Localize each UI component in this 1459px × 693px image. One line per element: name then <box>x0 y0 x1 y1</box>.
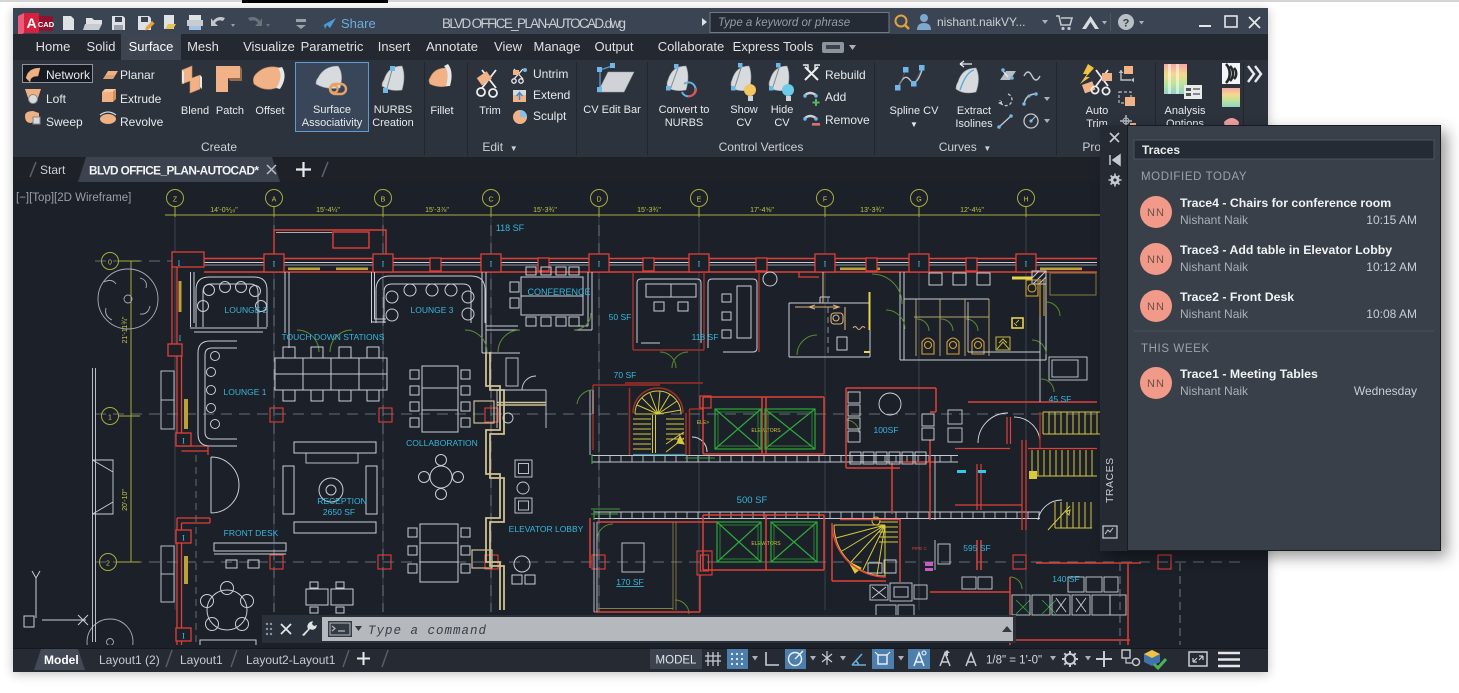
svg-text:CAD: CAD <box>38 20 55 29</box>
svg-text:Type a keyword or phrase: Type a keyword or phrase <box>718 17 850 29</box>
svg-text:500 SF: 500 SF <box>737 495 768 506</box>
svg-text:Trace1 - Meeting Tables: Trace1 - Meeting Tables <box>1180 367 1318 381</box>
svg-text:13'-3¾": 13'-3¾" <box>860 207 884 214</box>
svg-text:E: E <box>697 197 702 204</box>
svg-text:170 SF: 170 SF <box>616 577 643 587</box>
svg-text:15'-3⅞": 15'-3⅞" <box>425 207 449 214</box>
svg-text:NN: NN <box>1147 254 1165 266</box>
svg-text:BLVD OFFICE_PLAN-AUTOCAD.dwg: BLVD OFFICE_PLAN-AUTOCAD.dwg <box>442 16 626 31</box>
svg-text:MODEL: MODEL <box>656 655 698 667</box>
svg-text:Start: Start <box>40 163 66 177</box>
svg-text:Layout2-Layout1: Layout2-Layout1 <box>246 653 336 667</box>
svg-text:I: I <box>182 534 185 543</box>
svg-text:Nishant Naik: Nishant Naik <box>1180 213 1249 227</box>
svg-text:118 SF: 118 SF <box>692 332 719 342</box>
svg-text:Trace3 - Add table in Elevator: Trace3 - Add table in Elevator Lobby <box>1180 243 1392 257</box>
svg-text:I: I <box>382 260 385 269</box>
svg-text:12'-4½": 12'-4½" <box>960 206 984 214</box>
svg-text:G: G <box>916 197 921 204</box>
svg-text:I: I <box>1025 260 1028 269</box>
svg-text:D: D <box>596 197 601 204</box>
svg-text:LOUNGE 1: LOUNGE 1 <box>224 387 267 397</box>
svg-text:I: I <box>182 632 185 641</box>
svg-text:10:15 AM: 10:15 AM <box>1366 213 1417 227</box>
svg-text:I: I <box>178 259 181 268</box>
svg-text:I: I <box>273 260 276 269</box>
svg-text:TOUCH DOWN STATIONS: TOUCH DOWN STATIONS <box>282 332 385 342</box>
svg-text:Nishant Naik: Nishant Naik <box>1180 260 1249 274</box>
svg-text:1/8" = 1'-0": 1/8" = 1'-0" <box>986 655 1042 667</box>
svg-text:TRACES: TRACES <box>1104 457 1116 503</box>
svg-text:1: 1 <box>108 415 112 422</box>
svg-text:BLVD OFFICE_PLAN-AUTOCAD*: BLVD OFFICE_PLAN-AUTOCAD* <box>89 164 259 178</box>
svg-text:A: A <box>272 197 277 204</box>
svg-text:595 SF: 595 SF <box>963 543 990 553</box>
svg-text:I: I <box>490 260 493 269</box>
svg-text:NN: NN <box>1147 207 1165 219</box>
svg-text:Trace4 - Chairs for conference: Trace4 - Chairs for conference room <box>1180 196 1391 210</box>
svg-text:RECEPTION: RECEPTION <box>317 496 367 506</box>
svg-text:70 SF: 70 SF <box>614 370 637 380</box>
svg-text:COLLABORATION: COLLABORATION <box>406 438 478 448</box>
svg-text:20'-10": 20'-10" <box>122 489 129 511</box>
svg-text:Nishant Naik: Nishant Naik <box>1180 384 1249 398</box>
svg-text:10:08 AM: 10:08 AM <box>1366 307 1417 321</box>
svg-text:nishant.naikVY...: nishant.naikVY... <box>937 15 1026 29</box>
svg-text:LOUNGE 2: LOUNGE 2 <box>225 305 268 315</box>
svg-text:A: A <box>26 15 36 31</box>
svg-text:MODIFIED TODAY: MODIFIED TODAY <box>1141 171 1247 183</box>
svg-text:45 SF: 45 SF <box>1049 394 1072 404</box>
svg-text:THIS WEEK: THIS WEEK <box>1141 343 1210 355</box>
svg-text:I: I <box>918 260 921 269</box>
svg-text:140 SF: 140 SF <box>1052 574 1079 584</box>
svg-text:PIPE C: PIPE C <box>912 546 928 551</box>
svg-text:CONFERENCE: CONFERENCE <box>527 287 590 297</box>
svg-text:Z: Z <box>173 197 178 204</box>
svg-text:FRONT DESK: FRONT DESK <box>224 528 279 538</box>
svg-text:14'-0⅒": 14'-0⅒" <box>210 207 238 214</box>
svg-text:15'-4¼": 15'-4¼" <box>316 207 340 214</box>
svg-text:B: B <box>381 197 386 204</box>
svg-text:I: I <box>824 260 827 269</box>
svg-text:0: 0 <box>108 260 112 267</box>
svg-text:10:12 AM: 10:12 AM <box>1366 260 1417 274</box>
svg-text:NN: NN <box>1147 378 1165 390</box>
svg-text:Type a command: Type a command <box>368 624 487 638</box>
svg-text:2: 2 <box>106 561 110 568</box>
svg-text:17'-4⅝": 17'-4⅝" <box>750 207 774 214</box>
svg-text:I: I <box>182 437 185 446</box>
svg-text:F: F <box>823 197 827 204</box>
svg-text:Model: Model <box>44 653 79 667</box>
svg-text:50 SF: 50 SF <box>609 312 632 322</box>
svg-text:118 SF: 118 SF <box>496 223 525 233</box>
svg-text:Share: Share <box>341 16 376 31</box>
svg-text:21'-11¾": 21'-11¾" <box>122 316 129 344</box>
svg-text:LOUNGE 3: LOUNGE 3 <box>411 305 454 315</box>
svg-text:15'-3¾": 15'-3¾" <box>637 207 661 214</box>
svg-text:H: H <box>1023 197 1028 204</box>
svg-text:Traces: Traces <box>1142 143 1180 157</box>
svg-text:I: I <box>179 334 182 343</box>
svg-text:I: I <box>598 260 601 269</box>
svg-text:?: ? <box>1123 18 1130 30</box>
svg-text:Nishant Naik: Nishant Naik <box>1180 307 1249 321</box>
svg-text:Trace2 - Front Desk: Trace2 - Front Desk <box>1180 290 1294 304</box>
svg-text:NN: NN <box>1147 301 1165 313</box>
svg-text:100SF: 100SF <box>873 425 898 435</box>
svg-text:Layout1: Layout1 <box>180 653 223 667</box>
svg-text:ELEVATOR LOBBY: ELEVATOR LOBBY <box>509 524 584 534</box>
svg-text:15'-3¾": 15'-3¾" <box>533 207 557 214</box>
svg-text:Wednesday: Wednesday <box>1354 384 1417 398</box>
svg-text:[−][Top][2D Wireframe]: [−][Top][2D Wireframe] <box>16 192 131 204</box>
svg-text:I: I <box>698 260 701 269</box>
svg-text:Layout1 (2): Layout1 (2) <box>99 653 160 667</box>
svg-text:2650 SF: 2650 SF <box>323 507 355 517</box>
svg-text:C: C <box>488 197 493 204</box>
